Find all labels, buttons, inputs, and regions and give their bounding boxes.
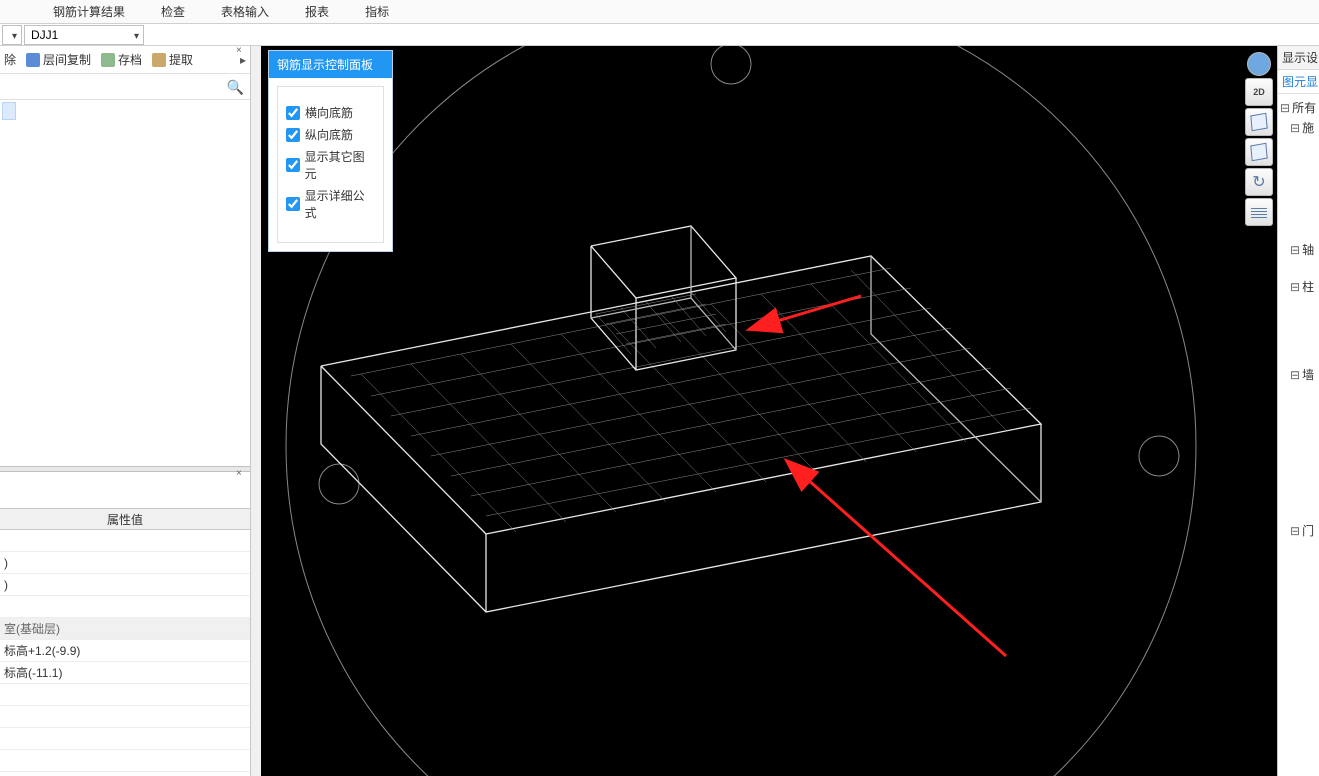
tree-node-all[interactable]: ⊟所有 <box>1280 99 1317 116</box>
close-icon[interactable]: × <box>236 468 246 478</box>
tree-leaf[interactable] <box>1300 332 1317 346</box>
tree-leaf[interactable] <box>1300 207 1317 221</box>
save-button[interactable]: 存档 <box>101 51 142 68</box>
menu-report[interactable]: 报表 <box>287 0 347 24</box>
panel-title: 钢筋显示控制面板 <box>269 51 392 78</box>
cube-icon <box>1250 143 1267 162</box>
save-icon <box>101 53 115 67</box>
extract-button[interactable]: 提取 <box>152 51 193 68</box>
top-menubar: 钢筋计算结果 检查 表格输入 报表 指标 <box>0 0 1319 24</box>
tree-leaf[interactable] <box>1300 505 1317 519</box>
table-row[interactable] <box>0 728 250 750</box>
tree-leaf[interactable] <box>1300 403 1317 417</box>
table-row[interactable]: ) <box>0 552 250 574</box>
grid-toggle-button[interactable] <box>1245 198 1273 226</box>
tree-node-qiang[interactable]: ⊟墙 <box>1290 366 1317 383</box>
tree-leaf[interactable] <box>1300 454 1317 468</box>
properties-header: 属性值 <box>0 508 250 530</box>
menu-rebar-result[interactable]: 钢筋计算结果 <box>35 0 143 24</box>
table-row[interactable] <box>0 684 250 706</box>
table-row[interactable] <box>0 596 250 618</box>
table-row[interactable]: 标高(-11.1) <box>0 662 250 684</box>
extract-icon <box>152 53 166 67</box>
viewport-3d[interactable] <box>261 46 1277 776</box>
tree: ⊟所有 ⊟施 ⊟轴 ⊟柱 ⊟墙 ⊟门 <box>1278 94 1319 578</box>
cube-icon <box>1250 113 1267 132</box>
layer-copy-button[interactable]: 层间复制 <box>26 51 91 68</box>
checkbox-vertical-bottom[interactable]: 纵向底筋 <box>286 126 375 143</box>
splitter[interactable] <box>0 466 250 472</box>
tree-leaf[interactable] <box>1300 349 1317 363</box>
menu-check[interactable]: 检查 <box>143 0 203 24</box>
search-icon[interactable]: 🔍 <box>227 79 244 96</box>
tree-leaf[interactable] <box>1300 139 1317 153</box>
tree-node-zhou[interactable]: ⊟轴 <box>1290 241 1317 258</box>
view-2d-button[interactable]: 2D <box>1245 78 1273 106</box>
tab-element-display[interactable]: 图元显 <box>1278 70 1319 94</box>
properties-table: ) ) 室(基础层) 标高+1.2(-9.9) 标高(-11.1) <box>0 530 250 772</box>
list-item[interactable] <box>2 102 16 120</box>
table-row[interactable] <box>0 530 250 552</box>
view-iso-front-button[interactable] <box>1245 108 1273 136</box>
search-row: 🔍 <box>0 74 250 100</box>
element-list <box>0 100 250 122</box>
tree-node-zhu[interactable]: ⊟柱 <box>1290 278 1317 295</box>
left-panel: × 除 层间复制 存档 提取 ▸ 🔍 × 属性值 ) ) 室(基础层) 标高+1… <box>0 46 251 776</box>
dropdown-element[interactable]: DJJ1 <box>24 25 144 45</box>
tree-leaf[interactable] <box>1300 559 1317 573</box>
tree-leaf[interactable] <box>1300 386 1317 400</box>
tree-leaf[interactable] <box>1300 420 1317 434</box>
tree-leaf[interactable] <box>1300 190 1317 204</box>
rotate-button[interactable] <box>1245 168 1273 196</box>
tree-node-shi[interactable]: ⊟施 <box>1290 119 1317 136</box>
tree-leaf[interactable] <box>1300 173 1317 187</box>
dropdown-small[interactable] <box>2 25 22 45</box>
tree-leaf[interactable] <box>1300 315 1317 329</box>
table-row[interactable] <box>0 706 250 728</box>
rebar-display-panel: 钢筋显示控制面板 横向底筋 纵向底筋 显示其它图元 显示详细公式 <box>268 50 393 252</box>
tree-leaf[interactable] <box>1300 224 1317 238</box>
panel-title: 显示设 <box>1278 46 1319 70</box>
left-toolbar: 除 层间复制 存档 提取 ▸ <box>0 46 250 74</box>
search-input[interactable] <box>0 74 250 99</box>
checkbox-show-detail-formula[interactable]: 显示详细公式 <box>286 187 375 221</box>
checkbox-horizontal-bottom[interactable]: 横向底筋 <box>286 104 375 121</box>
menu-table-input[interactable]: 表格输入 <box>203 0 287 24</box>
menu-index[interactable]: 指标 <box>347 0 407 24</box>
table-row[interactable] <box>0 750 250 772</box>
view-iso-back-button[interactable] <box>1245 138 1273 166</box>
tree-leaf[interactable] <box>1300 542 1317 556</box>
close-icon[interactable]: × <box>236 45 246 55</box>
bars-icon <box>1251 206 1267 218</box>
table-row[interactable]: ) <box>0 574 250 596</box>
model-svg <box>261 46 1277 776</box>
view-toolbar: 2D <box>1245 52 1275 226</box>
table-row[interactable]: 标高+1.2(-9.9) <box>0 640 250 662</box>
tree-leaf[interactable] <box>1300 156 1317 170</box>
table-row[interactable]: 室(基础层) <box>0 618 250 640</box>
checkbox-show-other-elements[interactable]: 显示其它图元 <box>286 148 375 182</box>
copy-icon <box>26 53 40 67</box>
tree-leaf[interactable] <box>1300 261 1317 275</box>
delete-button[interactable]: 除 <box>4 51 16 68</box>
tree-node-men[interactable]: ⊟门 <box>1290 522 1317 539</box>
tree-leaf[interactable] <box>1300 471 1317 485</box>
tree-leaf[interactable] <box>1300 488 1317 502</box>
tree-leaf[interactable] <box>1300 298 1317 312</box>
combo-row: DJJ1 <box>0 24 1319 46</box>
globe-icon[interactable] <box>1247 52 1271 76</box>
display-settings-panel: 显示设 图元显 ⊟所有 ⊟施 ⊟轴 ⊟柱 ⊟墙 ⊟门 <box>1277 46 1319 776</box>
tree-leaf[interactable] <box>1300 437 1317 451</box>
